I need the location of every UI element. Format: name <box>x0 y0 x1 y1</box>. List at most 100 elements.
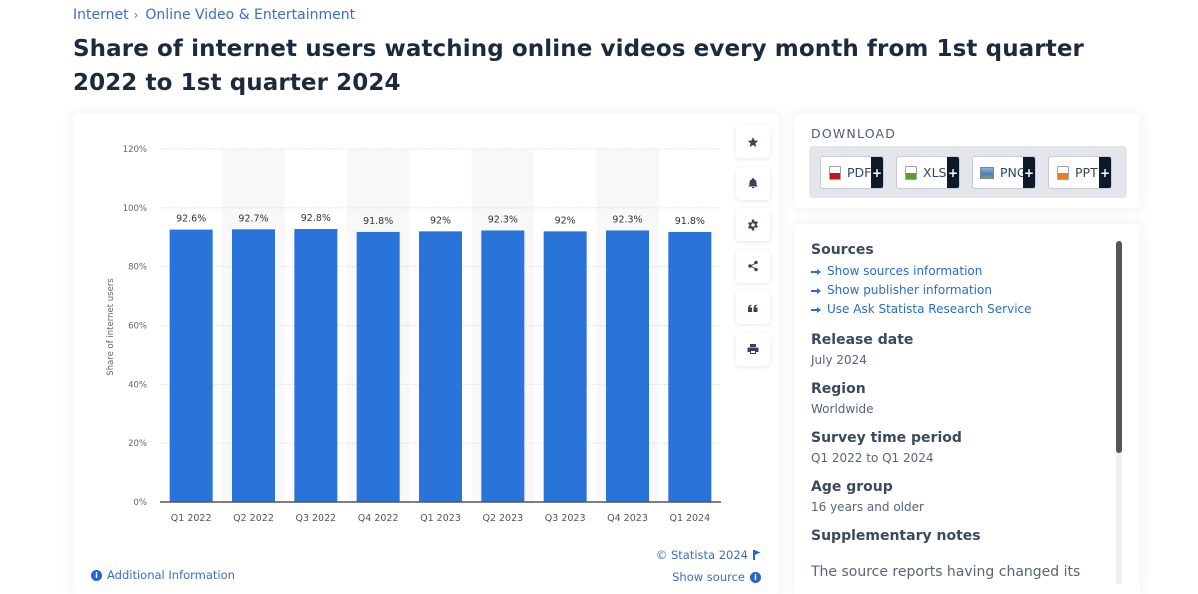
info-icon: i <box>750 571 761 583</box>
data-label: 92% <box>555 215 576 226</box>
show-publisher-label: Show publisher information <box>827 283 992 297</box>
plus-icon: + <box>871 157 883 188</box>
show-source-link[interactable]: Show source i <box>672 570 761 584</box>
download-png-button[interactable]: PNG + <box>972 156 1036 189</box>
share-button[interactable] <box>736 249 770 283</box>
settings-button[interactable] <box>736 208 770 241</box>
data-label: 92% <box>430 215 451 226</box>
download-ppt-label: PPT <box>1075 165 1098 180</box>
bar <box>543 231 587 502</box>
breadcrumb: Internet › Online Video & Entertainment <box>73 7 355 23</box>
bar <box>294 229 338 502</box>
bar <box>605 230 650 502</box>
show-publisher-link[interactable]: Show publisher information <box>811 281 1111 300</box>
download-pdf-button[interactable]: PDF + <box>820 156 884 189</box>
x-tick-label: Q1 2023 <box>420 513 461 524</box>
bar <box>418 231 463 502</box>
data-label: 92.6% <box>176 214 206 225</box>
download-buttons: PDF + XLS + PNG + PPT + <box>809 146 1127 198</box>
bar <box>356 231 400 502</box>
star-icon <box>747 136 759 147</box>
data-label: 92.7% <box>238 213 268 224</box>
info-icon: i <box>91 569 102 581</box>
bar <box>169 229 213 502</box>
bar <box>231 229 276 502</box>
supplementary-notes-heading: Supplementary notes <box>811 528 981 544</box>
bar <box>668 231 712 502</box>
arrow-right-icon <box>811 287 821 294</box>
age-group-heading: Age group <box>811 479 893 495</box>
additional-information-label: Additional Information <box>107 568 235 582</box>
ask-statista-link[interactable]: Use Ask Statista Research Service <box>811 300 1111 319</box>
release-date-value: July 2024 <box>811 353 867 367</box>
x-tick-label: Q1 2024 <box>669 513 710 524</box>
info-scrollbar[interactable] <box>1116 241 1122 584</box>
y-axis-ticks: 0% 20% 40% 60% 80% 100% 120% <box>123 145 147 508</box>
x-tick-label: Q2 2023 <box>482 513 523 524</box>
bars <box>169 229 712 502</box>
x-tick-label: Q4 2022 <box>358 513 399 524</box>
chart-card: 0% 20% 40% 60% 80% 100% 120% 92.6% 92.7% 92.8% 91… <box>73 114 779 594</box>
data-label: 92.8% <box>301 213 331 224</box>
plus-icon: + <box>1023 157 1035 188</box>
plus-icon: + <box>947 157 959 188</box>
data-label: 92.3% <box>488 214 518 225</box>
y-tick-label: 40% <box>128 380 147 390</box>
survey-period-value: Q1 2022 to Q1 2024 <box>811 451 934 465</box>
x-tick-label: Q1 2022 <box>171 513 212 524</box>
x-axis-ticks: Q1 2022 Q2 2022 Q3 2022 Q4 2022 Q1 2023 Q2 20… <box>171 513 710 524</box>
x-tick-label: Q2 2022 <box>233 513 274 524</box>
survey-period-heading: Survey time period <box>811 430 962 446</box>
bar-chart: 0% 20% 40% 60% 80% 100% 120% 92.6% 92.7% 92.8% 91… <box>106 145 721 524</box>
show-sources-link[interactable]: Show sources information <box>811 262 1111 281</box>
show-source-label: Show source <box>672 570 745 584</box>
x-tick-label: Q4 2023 <box>607 513 648 524</box>
ppt-file-icon <box>1057 165 1069 180</box>
y-tick-label: 120% <box>123 145 147 155</box>
flag-icon <box>753 550 761 560</box>
y-tick-label: 80% <box>128 263 147 273</box>
x-tick-label: Q3 2023 <box>545 513 586 524</box>
show-sources-label: Show sources information <box>827 264 983 278</box>
plus-icon: + <box>1099 157 1111 188</box>
png-file-icon <box>980 166 994 179</box>
data-label: 92.3% <box>612 214 642 225</box>
gear-icon <box>748 219 758 230</box>
y-tick-label: 20% <box>128 439 147 449</box>
chart-toolbar <box>736 125 770 374</box>
additional-information-link[interactable]: i Additional Information <box>91 568 235 582</box>
info-scrollbar-thumb[interactable] <box>1116 241 1122 453</box>
cite-button[interactable] <box>736 291 770 324</box>
page-title: Share of internet users watching online … <box>73 36 1084 96</box>
pdf-file-icon <box>829 165 841 180</box>
share-icon <box>748 260 758 272</box>
download-xls-button[interactable]: XLS + <box>896 156 960 189</box>
download-xls-label: XLS <box>923 165 947 180</box>
print-button[interactable] <box>736 332 770 366</box>
y-tick-label: 0% <box>134 498 148 508</box>
data-label: 91.8% <box>675 216 705 227</box>
download-ppt-button[interactable]: PPT + <box>1048 156 1112 189</box>
quote-icon <box>748 304 758 312</box>
download-title: DOWNLOAD <box>811 126 897 141</box>
data-label: 91.8% <box>363 216 393 227</box>
y-tick-label: 60% <box>128 322 147 332</box>
ask-statista-label: Use Ask Statista Research Service <box>827 302 1032 316</box>
favorite-button[interactable] <box>736 125 770 158</box>
breadcrumb-online-video[interactable]: Online Video & Entertainment <box>145 7 355 23</box>
y-axis-label: Share of internet users <box>106 278 116 376</box>
arrow-right-icon <box>811 268 821 275</box>
notification-button[interactable] <box>736 166 770 200</box>
download-panel: DOWNLOAD PDF + XLS + PNG + PPT + <box>794 114 1140 208</box>
age-group-value: 16 years and older <box>811 500 924 514</box>
xls-file-icon <box>905 165 917 180</box>
x-tick-label: Q3 2022 <box>295 513 336 524</box>
statista-copyright[interactable]: © Statista 2024 <box>656 548 761 562</box>
bar <box>481 230 525 502</box>
print-icon <box>747 344 759 354</box>
statistic-details-panel: Sources Show sources information Show pu… <box>794 224 1140 594</box>
arrow-right-icon <box>811 306 821 313</box>
sources-heading: Sources <box>811 242 874 258</box>
bell-icon <box>748 178 758 189</box>
breadcrumb-internet[interactable]: Internet <box>73 7 129 23</box>
